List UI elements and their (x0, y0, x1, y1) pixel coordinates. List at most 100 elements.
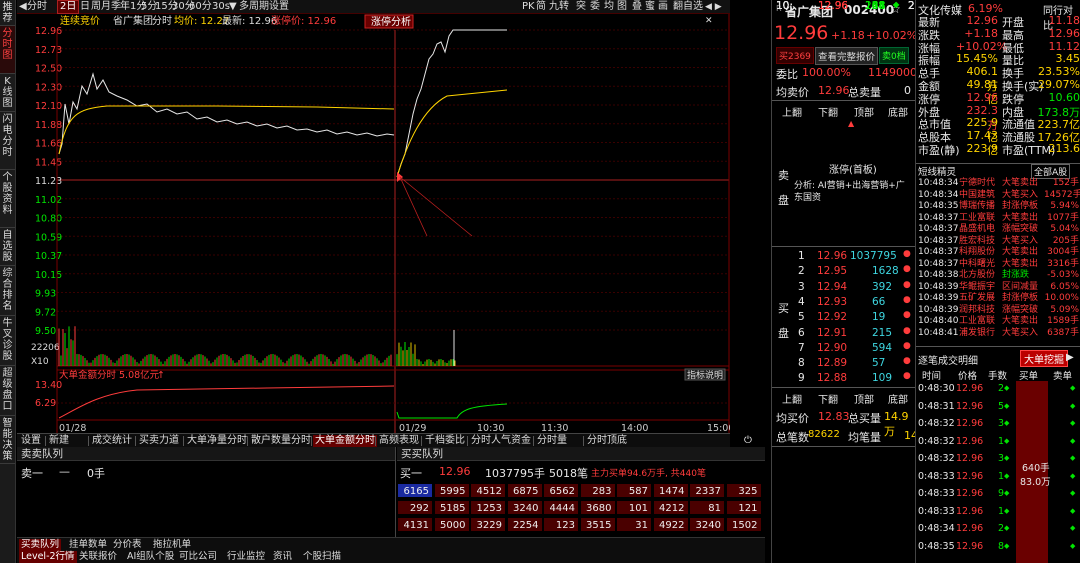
leftnav-item-1[interactable]: 分 时 图 (0, 26, 15, 74)
sell-nav-1[interactable]: 下翻 (818, 104, 838, 119)
leftnav-item-3[interactable]: 闪 电 分 时 (0, 112, 15, 170)
sprite-stock[interactable]: 润邦科技 (959, 305, 995, 317)
tool-8[interactable]: 蜜 (645, 0, 655, 14)
tx-badge[interactable]: 大单挖掘 (1020, 350, 1068, 367)
sprite-stock[interactable]: 中科曙光 (959, 259, 995, 271)
sprite-stock[interactable]: 宁德时代 (959, 178, 995, 190)
leftnav-item-8[interactable]: 超 级 盘 口 (0, 366, 15, 416)
sprite-stock[interactable]: 工业富联 (959, 316, 995, 328)
sprite-stock[interactable]: 华鲲振宇 (959, 282, 995, 294)
queue-cell[interactable]: 292 (397, 500, 433, 515)
buy-nav-1[interactable]: 下翻 (818, 391, 838, 406)
period-2[interactable]: 日 (80, 0, 90, 14)
queue-cell[interactable]: 1253 (470, 500, 506, 515)
queue-cell[interactable]: 1502 (725, 517, 762, 532)
ai-analysis[interactable]: 分析: AI营销+出海营销+广东国资 (794, 180, 912, 204)
back-icon[interactable]: ◀ (19, 0, 27, 14)
queue-cell[interactable]: 3515 (579, 517, 616, 532)
queue-cell[interactable]: 4922 (652, 517, 689, 532)
indicator-tab-4[interactable]: 大单净量分时 (185, 435, 249, 447)
chip-full-quote[interactable]: 查看完整报价 (815, 47, 879, 65)
chip-buy[interactable]: 买2369 (776, 47, 814, 64)
leftnav-item-9[interactable]: 智 能 决 策 (0, 416, 15, 464)
indicator-tab-11[interactable]: 分时顶底 (585, 435, 629, 447)
period-14[interactable]: 多周期 (239, 0, 269, 14)
indicator-tab-7[interactable]: 高频表现 (377, 435, 421, 447)
tool-4[interactable]: 委 (590, 0, 600, 14)
queue-cell[interactable]: 4212 (652, 500, 689, 515)
sell-nav-3[interactable]: 底部 (888, 104, 908, 119)
queue-cell[interactable]: 31 (616, 517, 652, 532)
queue-cell[interactable]: 81 (689, 500, 725, 515)
sprite-stock[interactable]: 五矿发展 (959, 293, 995, 305)
indicator-tab-1[interactable]: 新建 (47, 435, 71, 447)
leftnav-item-5[interactable]: 自 选 股 (0, 228, 15, 266)
chip-sell[interactable]: 卖0档 (879, 47, 909, 64)
indicator-tab-3[interactable]: 买卖力道 (137, 435, 181, 447)
queue-cell[interactable]: 6165 (397, 483, 433, 498)
tool-10[interactable]: 翻自选 (673, 0, 703, 14)
sprite-stock[interactable]: 晶盛机电 (959, 224, 995, 236)
sprite-select[interactable]: 全部A股 (1031, 164, 1071, 179)
queue-cell[interactable]: 6875 (506, 483, 543, 498)
queue-cell[interactable]: 4444 (543, 500, 579, 515)
sell-nav-0[interactable]: 上翻 (782, 104, 802, 119)
sprite-stock[interactable]: 工业富联 (959, 213, 995, 225)
tool-6[interactable]: 图 (617, 0, 627, 14)
tool-3[interactable]: 突 (576, 0, 586, 14)
queue-cell[interactable]: 123 (543, 517, 579, 532)
bottom-tab2-1[interactable]: 关联报价 (77, 551, 119, 563)
period-0[interactable]: 分时 (27, 0, 47, 14)
indicator-tab-6[interactable]: 大单金额分时 (313, 435, 377, 447)
queue-cell[interactable]: 587 (616, 483, 652, 498)
sprite-stock[interactable]: 胜宏科技 (959, 236, 995, 248)
queue-cell[interactable]: 3240 (689, 517, 725, 532)
queue-cell[interactable]: 325 (725, 483, 762, 498)
queue-cell[interactable]: 283 (579, 483, 616, 498)
indicator-tab-2[interactable]: 成交统计 (90, 435, 134, 447)
bottom-tab-3[interactable]: 拖拉机单 (151, 539, 193, 551)
leftnav-item-4[interactable]: 个 股 资 料 (0, 170, 15, 228)
bottom-tab2-3[interactable]: 可比公司 (177, 551, 219, 563)
leftnav-item-6[interactable]: 综 合 排 名 (0, 266, 15, 316)
bottom-tab2-0[interactable]: Level-2行情 (19, 551, 77, 563)
period-6[interactable]: 年 (120, 0, 130, 14)
queue-cell[interactable]: 5000 (433, 517, 470, 532)
period-4[interactable]: 月 (101, 0, 111, 14)
period-1[interactable]: 2日 (57, 0, 80, 14)
leftnav-item-7[interactable]: 牛 叉 诊 股 (0, 316, 15, 366)
sprite-stock[interactable]: 北方股份 (959, 270, 995, 282)
buy-nav-0[interactable]: 上翻 (782, 391, 802, 406)
buy-nav-2[interactable]: 顶部 (854, 391, 874, 406)
period-15[interactable]: 设置 (269, 0, 289, 14)
tool-0[interactable]: PK (522, 0, 535, 14)
queue-cell[interactable]: 5185 (433, 500, 470, 515)
tool-7[interactable]: 叠 (632, 0, 642, 14)
tool-2[interactable]: 九转 (549, 0, 569, 14)
bottom-tab-1[interactable]: 挂单数单 (67, 539, 109, 551)
period-12[interactable]: 30s (212, 0, 230, 14)
indicator-tab-8[interactable]: 千档委比 (423, 435, 467, 447)
sprite-stock[interactable]: 中国建筑 (959, 190, 995, 202)
window-nav-icons[interactable]: ◀ ▶ ✕ (705, 0, 730, 26)
bottom-tab2-6[interactable]: 个股扫描 (301, 551, 343, 563)
tool-5[interactable]: 均 (604, 0, 614, 14)
queue-cell[interactable]: 101 (616, 500, 652, 515)
toggle-switch[interactable]: ⏻ (742, 435, 754, 447)
sell-nav-2[interactable]: 顶部 (854, 104, 874, 119)
queue-cell[interactable]: 1474 (652, 483, 689, 498)
queue-cell[interactable]: 2337 (689, 483, 725, 498)
period-13[interactable]: ▼ (229, 0, 237, 14)
indicator-tab-9[interactable]: 分时人气资金 (469, 435, 533, 447)
leftnav-item-0[interactable]: 推 荐 (0, 0, 15, 26)
sprite-stock[interactable]: 博瑞传播 (959, 201, 995, 213)
queue-cell[interactable]: 121 (725, 500, 762, 515)
queue-cell[interactable]: 4512 (470, 483, 506, 498)
buy-nav-3[interactable]: 底部 (888, 391, 908, 406)
bottom-tab2-4[interactable]: 行业监控 (225, 551, 267, 563)
indicator-tab-10[interactable]: 分时量 (535, 435, 569, 447)
bottom-tab2-2[interactable]: AI组队个股 (125, 551, 176, 563)
bottom-tab-0[interactable]: 买卖队列 (19, 539, 62, 551)
indicator-tab-0[interactable]: 设置 (19, 435, 43, 447)
queue-cell[interactable]: 2254 (506, 517, 543, 532)
